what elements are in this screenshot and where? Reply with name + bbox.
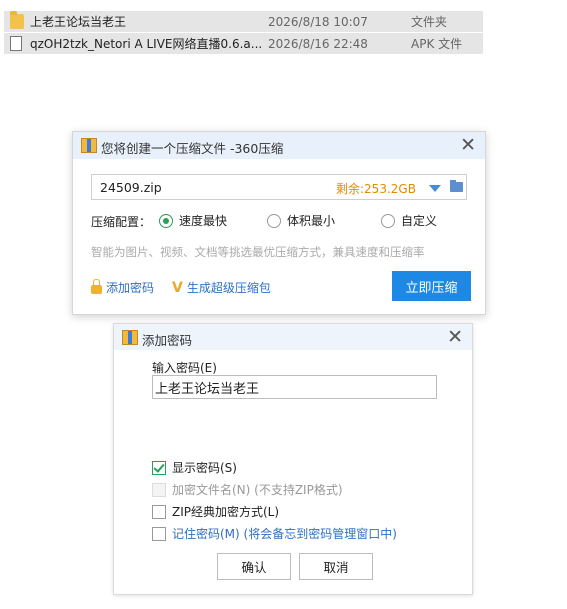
file-name: 上老王论坛当老王: [30, 15, 127, 29]
password-titlebar[interactable]: 添加密码 ✕: [114, 324, 472, 350]
file-date: 2026/8/16 22:48: [268, 36, 368, 51]
file-type: APK 文件: [411, 37, 463, 51]
file-date: 2026/8/18 10:07: [268, 14, 368, 29]
radio-label: 体积最小: [287, 214, 336, 228]
config-label: 压缩配置：: [91, 214, 152, 229]
compress-now-button[interactable]: 立即压缩: [392, 271, 471, 301]
encrypt-filenames-checkbox: 加密文件名(N) (不支持ZIP格式): [152, 481, 343, 498]
chevron-down-icon[interactable]: [429, 185, 441, 192]
radio-label: 自定义: [401, 214, 438, 228]
checkbox-box: [152, 460, 166, 475]
radio-custom[interactable]: 自定义: [381, 212, 437, 229]
zip-classic-checkbox[interactable]: ZIP经典加密方式(L): [152, 503, 279, 520]
file-type: 文件夹: [411, 15, 448, 29]
radio-circle: [159, 213, 173, 228]
free-space-text: 剩余:253.2GB: [336, 182, 416, 196]
checkbox-box: [152, 482, 166, 497]
close-icon[interactable]: ✕: [447, 326, 463, 348]
checkbox-box: [152, 526, 166, 541]
radio-circle: [267, 213, 281, 228]
checkbox-box: [152, 504, 166, 519]
file-icon: [10, 36, 22, 51]
remember-password-checkbox[interactable]: 记住密码(M) (将会备忘到密码管理窗口中): [152, 525, 397, 542]
super-compress-label: 生成超级压缩包: [186, 281, 271, 295]
password-input-label: 输入密码(E): [152, 361, 217, 375]
cancel-button[interactable]: 取消: [299, 553, 373, 580]
checkbox-label: 记住密码(M) (将会备忘到密码管理窗口中): [172, 527, 397, 541]
checkbox-label: 显示密码(S): [172, 461, 237, 475]
add-password-label: 添加密码: [106, 281, 155, 295]
radio-circle: [381, 213, 395, 228]
show-password-checkbox[interactable]: 显示密码(S): [152, 459, 237, 476]
password-field: [152, 375, 437, 399]
archive-app-icon: [122, 330, 138, 345]
file-name: qzOH2tzk_Netori A LIVE网络直播0.6.a...: [30, 37, 262, 51]
checkbox-label: 加密文件名(N) (不支持ZIP格式): [172, 483, 343, 497]
folder-icon: [10, 11, 24, 29]
compress-hint: 智能为图片、视频、文档等挑选最优压缩方式，兼具速度和压缩率: [91, 245, 425, 259]
ok-button[interactable]: 确认: [217, 553, 291, 580]
archive-name-field: 剩余:253.2GB: [91, 174, 467, 200]
radio-fastest[interactable]: 速度最快: [159, 212, 227, 229]
file-row-folder[interactable]: 上老王论坛当老王 2026/8/18 10:07 文件夹: [4, 11, 483, 32]
dialog-title: 添加密码: [142, 333, 193, 348]
radio-smallest[interactable]: 体积最小: [267, 212, 335, 229]
close-icon[interactable]: ✕: [460, 134, 476, 156]
lock-icon: [91, 279, 102, 294]
add-password-link[interactable]: 添加密码: [91, 279, 154, 296]
radio-label: 速度最快: [179, 214, 228, 228]
password-dialog: 添加密码 ✕ 输入密码(E) 显示密码(S) 加密文件名(N) (不支持ZIP格…: [113, 323, 473, 595]
v-badge-icon: V: [172, 279, 183, 296]
dialog-title: 您将创建一个压缩文件 -360压缩: [101, 141, 284, 156]
compress-titlebar[interactable]: 您将创建一个压缩文件 -360压缩 ✕: [73, 132, 485, 159]
file-row-apk[interactable]: qzOH2tzk_Netori A LIVE网络直播0.6.a... 2026/…: [4, 33, 483, 54]
super-compress-link[interactable]: V 生成超级压缩包: [172, 279, 271, 296]
compress-dialog: 您将创建一个压缩文件 -360压缩 ✕ 剩余:253.2GB 压缩配置： 速度最…: [72, 131, 486, 315]
browse-folder-icon[interactable]: [450, 180, 463, 192]
checkbox-label: ZIP经典加密方式(L): [172, 505, 280, 519]
archive-app-icon: [81, 138, 97, 153]
archive-name-input[interactable]: [92, 175, 330, 199]
password-input[interactable]: [153, 376, 425, 398]
